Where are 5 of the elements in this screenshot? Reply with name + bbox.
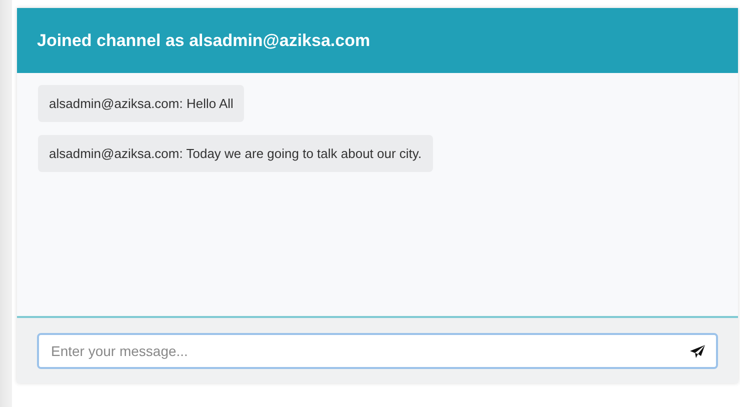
chat-message: alsadmin@aziksa.com: Today we are going to talk about our city. bbox=[38, 135, 433, 172]
chat-message: alsadmin@aziksa.com: Hello All bbox=[38, 85, 244, 122]
message-input[interactable]: Enter your message... bbox=[37, 332, 718, 368]
header-title: Joined channel as alsadmin@aziksa.com bbox=[37, 30, 370, 50]
send-icon[interactable] bbox=[689, 344, 706, 358]
